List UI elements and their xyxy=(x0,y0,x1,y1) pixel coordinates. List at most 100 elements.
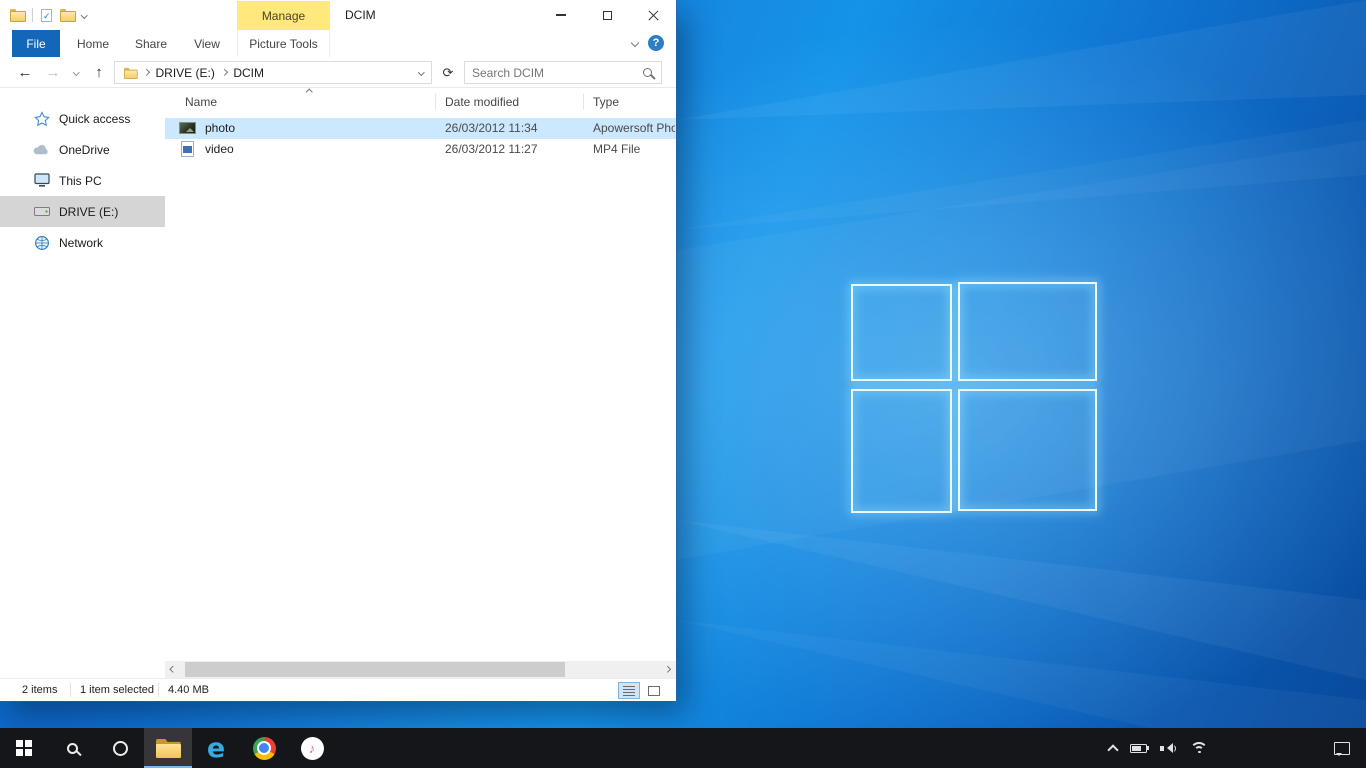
status-selection-size: 4.40 MB xyxy=(168,679,209,701)
itunes-icon xyxy=(301,737,324,760)
window-title: DCIM xyxy=(345,0,376,30)
sort-ascending-icon[interactable] xyxy=(306,89,312,95)
chevron-down-icon xyxy=(73,69,79,75)
system-menu-folder-icon[interactable] xyxy=(10,9,24,21)
status-divider xyxy=(70,683,71,697)
sidebar-item-onedrive[interactable]: OneDrive xyxy=(0,134,165,165)
sidebar-item-label: Network xyxy=(59,236,103,250)
minimize-button[interactable] xyxy=(538,0,584,30)
qat-customize-chevron-icon[interactable] xyxy=(81,12,87,18)
network-icon[interactable] xyxy=(1190,742,1208,755)
action-center-icon[interactable] xyxy=(1334,742,1350,755)
thumbnails-view-button[interactable] xyxy=(643,682,665,699)
breadcrumb-dcim[interactable]: DCIM xyxy=(233,66,264,80)
taskbar-chrome-button[interactable] xyxy=(240,728,288,768)
sidebar-item-network[interactable]: Network xyxy=(0,227,165,258)
tab-file[interactable]: File xyxy=(12,30,60,57)
file-name: video xyxy=(205,142,234,156)
qat-new-folder-icon[interactable] xyxy=(60,9,74,21)
scroll-right-arrow-icon[interactable] xyxy=(659,661,676,678)
details-view-button[interactable] xyxy=(618,682,640,699)
column-separator[interactable] xyxy=(583,94,584,110)
sidebar-item-label: This PC xyxy=(59,174,102,188)
refresh-button[interactable] xyxy=(436,61,460,84)
volume-icon[interactable] xyxy=(1160,742,1177,755)
sidebar-item-quick-access[interactable]: Quick access xyxy=(0,103,165,134)
breadcrumb-chevron-icon[interactable] xyxy=(143,69,149,75)
cortana-button[interactable] xyxy=(96,728,144,768)
back-button[interactable] xyxy=(14,57,36,88)
qat-properties-icon[interactable] xyxy=(41,9,52,22)
windows-logo-icon xyxy=(16,740,33,757)
taskbar-edge-button[interactable] xyxy=(192,728,240,768)
search-icon[interactable] xyxy=(643,68,652,77)
close-icon xyxy=(648,10,659,21)
column-header-type[interactable]: Type xyxy=(593,95,619,109)
status-bar: 2 items 1 item selected 4.40 MB xyxy=(0,678,676,701)
file-explorer-window: Manage DCIM File Home Share View Picture… xyxy=(0,0,676,701)
show-hidden-icons-chevron-icon[interactable] xyxy=(1107,744,1118,755)
scrollbar-thumb[interactable] xyxy=(185,662,565,677)
expand-ribbon-chevron-icon[interactable] xyxy=(631,39,639,47)
photo-file-icon xyxy=(179,122,196,134)
cortana-ring-icon xyxy=(113,741,128,756)
taskbar-buttons xyxy=(0,728,336,768)
maximize-button[interactable] xyxy=(584,0,630,30)
system-tray xyxy=(1109,728,1366,768)
qat-divider xyxy=(32,8,33,22)
file-row-video[interactable]: video 26/03/2012 11:27 MP4 File xyxy=(165,139,676,160)
battery-icon[interactable] xyxy=(1130,744,1147,753)
edge-icon xyxy=(207,733,225,764)
status-selection-summary: 1 item selected xyxy=(80,679,154,701)
sidebar-item-this-pc[interactable]: This PC xyxy=(0,165,165,196)
recent-locations-button[interactable] xyxy=(68,57,84,88)
breadcrumb-drive[interactable]: DRIVE (E:) xyxy=(156,66,215,80)
scroll-left-arrow-icon[interactable] xyxy=(165,661,182,678)
tab-view[interactable]: View xyxy=(184,30,230,57)
taskbar xyxy=(0,728,1366,768)
search-input[interactable] xyxy=(465,66,643,80)
tab-home[interactable]: Home xyxy=(70,30,116,57)
up-button[interactable] xyxy=(88,57,110,88)
tab-share[interactable]: Share xyxy=(128,30,174,57)
drive-icon xyxy=(33,203,50,220)
breadcrumb-folder-icon[interactable] xyxy=(124,67,136,77)
star-icon xyxy=(33,110,50,127)
file-explorer-icon xyxy=(156,739,181,758)
column-header-name[interactable]: Name xyxy=(185,95,217,109)
breadcrumb-chevron-icon[interactable] xyxy=(221,69,227,75)
address-history-chevron-icon[interactable] xyxy=(418,69,424,75)
close-button[interactable] xyxy=(630,0,676,30)
taskbar-file-explorer-button[interactable] xyxy=(144,728,192,768)
address-bar-row: DRIVE (E:) DCIM xyxy=(0,57,676,88)
start-button[interactable] xyxy=(0,728,48,768)
sidebar-item-drive-e[interactable]: DRIVE (E:) xyxy=(0,196,165,227)
help-button[interactable] xyxy=(648,35,664,51)
column-header-date-modified[interactable]: Date modified xyxy=(445,95,519,109)
file-date-modified: 26/03/2012 11:34 xyxy=(445,121,538,135)
monitor-icon xyxy=(33,172,50,189)
column-separator[interactable] xyxy=(435,94,436,110)
taskbar-itunes-button[interactable] xyxy=(288,728,336,768)
file-type: MP4 File xyxy=(593,142,675,156)
thumbnails-view-icon xyxy=(648,686,660,696)
search-box[interactable] xyxy=(464,61,662,84)
status-item-count: 2 items xyxy=(22,679,57,701)
cloud-icon xyxy=(33,141,50,158)
chrome-icon xyxy=(253,737,276,760)
taskbar-search-button[interactable] xyxy=(48,728,96,768)
quick-access-toolbar xyxy=(10,0,87,30)
window-controls xyxy=(538,0,676,30)
file-name: photo xyxy=(205,121,235,135)
tab-picture-tools[interactable]: Picture Tools xyxy=(237,30,330,57)
search-icon xyxy=(67,743,78,754)
video-file-icon xyxy=(181,141,194,157)
file-type: Apowersoft Pho xyxy=(593,121,675,135)
contextual-tab-group-manage[interactable]: Manage xyxy=(237,1,330,30)
address-bar[interactable]: DRIVE (E:) DCIM xyxy=(114,61,432,84)
forward-button[interactable] xyxy=(42,57,64,88)
horizontal-scrollbar[interactable] xyxy=(165,661,676,678)
column-headers: Name Date modified Type xyxy=(165,88,676,116)
ribbon-tab-row: File Home Share View Picture Tools xyxy=(0,30,676,57)
file-row-photo[interactable]: photo 26/03/2012 11:34 Apowersoft Pho xyxy=(165,118,676,139)
